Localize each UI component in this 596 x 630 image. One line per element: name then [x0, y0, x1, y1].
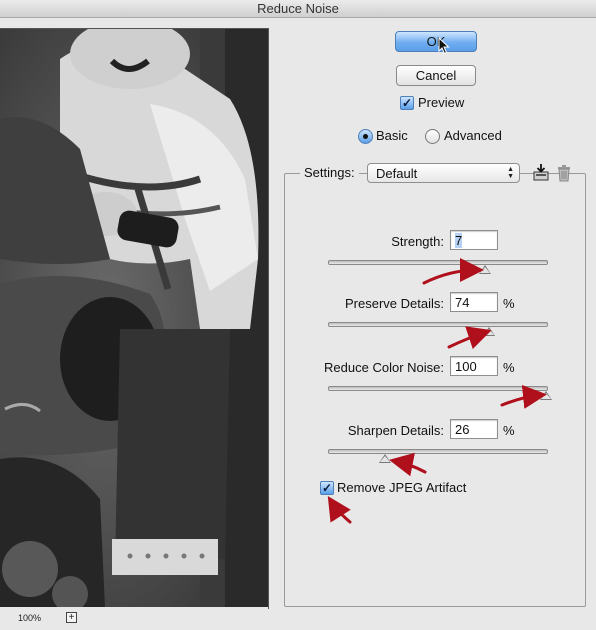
reduce-color-noise-slider[interactable] [328, 386, 548, 391]
reduce-color-noise-input[interactable]: 100 [450, 356, 498, 376]
preserve-details-value: 74 [455, 295, 470, 310]
preserve-details-slider[interactable] [328, 322, 548, 327]
reduce-color-noise-value: 100 [455, 359, 477, 374]
sharpen-details-value: 26 [455, 422, 470, 437]
basic-radio[interactable] [358, 129, 373, 144]
preview-label: Preview [418, 95, 465, 110]
reduce-color-noise-unit: % [503, 360, 515, 375]
preview-checkbox[interactable]: ✓ [400, 96, 414, 110]
title-bar: Reduce Noise [0, 0, 596, 18]
strength-slider-thumb[interactable] [478, 265, 491, 274]
sharpen-details-unit: % [503, 423, 515, 438]
preview-image[interactable] [0, 28, 269, 609]
strength-slider[interactable] [328, 260, 548, 265]
window-title: Reduce Noise [257, 1, 339, 16]
ok-button-label: OK [426, 34, 446, 49]
zoom-in-icon[interactable]: + [66, 612, 77, 623]
sharpen-details-label: Sharpen Details: [347, 423, 444, 438]
preserve-details-unit: % [503, 296, 515, 311]
sharpen-details-slider-thumb[interactable] [378, 454, 391, 463]
settings-value: Default [376, 166, 418, 181]
chevron-updown-icon: ▲ ▼ [507, 166, 514, 180]
cancel-button[interactable]: Cancel [396, 65, 476, 86]
remove-jpeg-artifact-label: Remove JPEG Artifact [337, 480, 467, 495]
strength-input[interactable]: 7 [450, 230, 498, 250]
advanced-radio[interactable] [425, 129, 440, 144]
sharpen-details-input[interactable]: 26 [450, 419, 498, 439]
save-settings-icon[interactable] [531, 163, 551, 183]
ok-button[interactable]: OK [395, 31, 477, 52]
advanced-label: Advanced [444, 128, 502, 143]
preserve-details-label: Preserve Details: [345, 296, 444, 311]
preserve-details-slider-thumb[interactable] [483, 327, 496, 336]
delete-settings-icon[interactable] [556, 164, 572, 182]
basic-label: Basic [376, 128, 408, 143]
zoom-level: 100% [18, 613, 42, 623]
settings-label: Settings: [300, 165, 359, 180]
settings-select[interactable]: Default ▲ ▼ [367, 163, 520, 183]
reduce-color-noise-label: Reduce Color Noise: [324, 360, 444, 375]
sharpen-details-slider[interactable] [328, 449, 548, 454]
strength-label: Strength: [391, 234, 444, 249]
remove-jpeg-artifact-checkbox[interactable]: ✓ [320, 481, 334, 495]
cancel-button-label: Cancel [415, 68, 457, 83]
preserve-details-input[interactable]: 74 [450, 292, 498, 312]
reduce-color-noise-slider-thumb[interactable] [540, 391, 552, 400]
preview-photo [0, 29, 268, 608]
strength-value: 7 [455, 233, 463, 248]
